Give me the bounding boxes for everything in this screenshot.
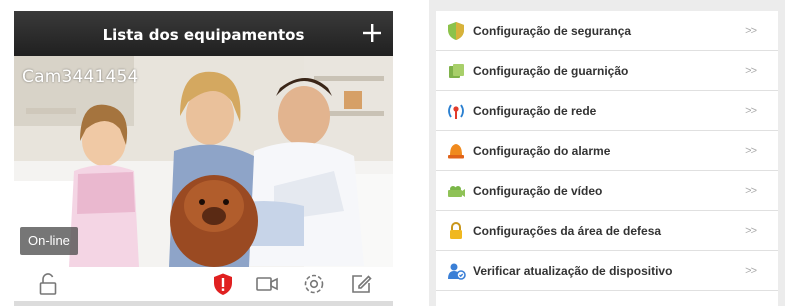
menu-item-label: Configuração do alarme [473,144,611,158]
menu-item-defense-area[interactable]: Configurações da área de defesa >> [436,211,778,251]
menu-item-device-update[interactable]: Verificar atualização de dispositivo >> [436,251,778,291]
shield-alert-icon[interactable] [211,272,235,296]
menu-item-label: Configurações da área de defesa [473,224,662,238]
menu-item-label: Verificar atualização de dispositivo [473,264,673,278]
menu-item-security[interactable]: Configuração de segurança >> [436,11,778,51]
lock-icon [450,222,462,239]
alarm-bell-icon [448,144,464,159]
menu-item-video[interactable]: Configuração de vídeo >> [436,171,778,211]
user-update-icon [448,263,466,280]
edit-icon[interactable] [349,272,373,296]
chevron-right-icon: >> [745,65,757,77]
network-icon [448,104,464,119]
header-bar: Lista dos equipamentos [14,11,393,56]
chevron-right-icon: >> [745,185,757,197]
plus-icon[interactable] [361,22,383,44]
divider [14,301,393,306]
menu-item-guard[interactable]: Configuração de guarnição >> [436,51,778,91]
settings-panel: Configuração de segurança >> Configuraçã… [429,0,785,306]
guard-icon [449,64,464,78]
chevron-right-icon: >> [745,25,757,37]
camera-preview[interactable]: Cam3441454 On-line [14,56,393,267]
unlock-icon[interactable] [36,272,60,296]
chevron-right-icon: >> [745,145,757,157]
page-title: Lista dos equipamentos [102,26,305,44]
video-icon [448,186,465,197]
chevron-right-icon: >> [745,265,757,277]
menu-item-label: Configuração de segurança [473,24,632,38]
chevron-right-icon: >> [745,105,757,117]
menu-item-label: Configuração de rede [473,104,597,118]
shield-icon [448,22,464,40]
device-list-panel: Lista dos equipamentos Cam3441454 On-lin… [14,11,393,306]
menu-item-network[interactable]: Configuração de rede >> [436,91,778,131]
status-badge: On-line [20,227,78,255]
camera-name: Cam3441454 [22,67,139,87]
device-toolbar [14,267,393,301]
chevron-right-icon: >> [745,225,757,237]
menu-item-alarm[interactable]: Configuração do alarme >> [436,131,778,171]
menu-item-label: Configuração de vídeo [473,184,603,198]
settings-menu: Configuração de segurança >> Configuraçã… [436,11,778,306]
settings-gear-icon[interactable] [302,272,326,296]
menu-item-label: Configuração de guarnição [473,64,629,78]
video-camera-icon[interactable] [255,272,279,296]
